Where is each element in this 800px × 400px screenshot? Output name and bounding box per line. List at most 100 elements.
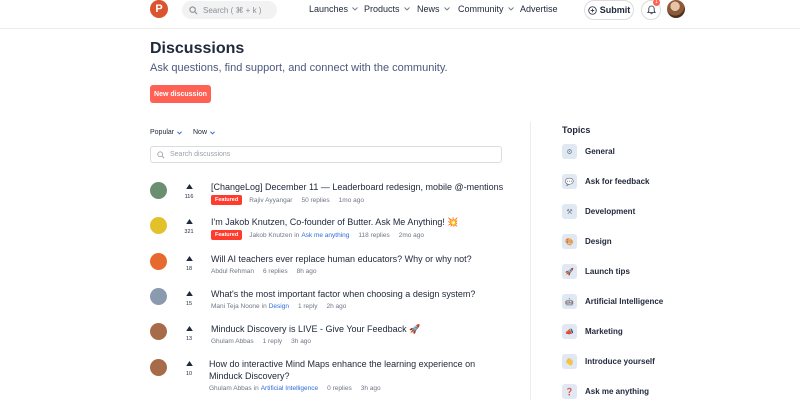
author-name[interactable]: Ghulam Abbas: [211, 338, 254, 345]
nav-advertise[interactable]: Advertise: [520, 4, 558, 14]
chevron-down-icon: [507, 7, 514, 11]
topic-label: Introduce yourself: [585, 357, 655, 366]
author-name[interactable]: Abdul Rehman: [211, 268, 254, 275]
author-name[interactable]: Mani Teja Noone: [211, 303, 260, 310]
topic-link[interactable]: Artificial Intelligence: [261, 385, 318, 392]
nav-products[interactable]: Products: [364, 4, 410, 14]
discussion-row[interactable]: 13 Minduck Discovery is LIVE - Give Your…: [150, 323, 510, 348]
author-name[interactable]: Rajiv Ayyangar: [249, 197, 292, 204]
sidebar-divider: [530, 122, 531, 400]
discussion-search-placeholder: Search discussions: [170, 151, 231, 158]
nav-label: Launches: [309, 4, 349, 14]
page-subtitle: Ask questions, find support, and connect…: [150, 62, 448, 74]
discussion-title[interactable]: What's the most important factor when ch…: [211, 288, 475, 300]
discussion-search-input[interactable]: Search discussions: [150, 146, 502, 163]
megaphone-icon: 📣: [562, 324, 577, 339]
nav-launches[interactable]: Launches: [309, 4, 358, 14]
discussion-row[interactable]: 15 What's the most important factor when…: [150, 288, 510, 313]
topic-marketing[interactable]: 📣 Marketing: [562, 324, 782, 339]
post-time: 8h ago: [296, 268, 317, 275]
reply-count: 6 replies: [263, 268, 288, 275]
post-time: 2h ago: [326, 303, 347, 310]
time-dropdown[interactable]: Now: [193, 129, 215, 136]
upvote-button[interactable]: 10: [182, 361, 196, 377]
topic-development[interactable]: ⚒ Development: [562, 204, 782, 219]
nav-community[interactable]: Community: [458, 4, 514, 14]
search-icon: [189, 5, 198, 14]
upvote-button[interactable]: 116: [182, 184, 196, 200]
topic-artificial-intelligence[interactable]: 🤖 Artificial Intelligence: [562, 294, 782, 309]
topic-introduce-yourself[interactable]: 👋 Introduce yourself: [562, 354, 782, 369]
featured-badge: Featured: [211, 230, 243, 240]
author-avatar[interactable]: [150, 217, 167, 234]
topic-label: General: [585, 147, 615, 156]
upvote-arrow-icon: [185, 326, 193, 331]
submit-label: Submit: [599, 5, 631, 15]
reply-count: 0 replies: [327, 385, 352, 392]
discussion-meta: Mani Teja Noone in Design 1 reply 2h ago: [211, 303, 346, 310]
nav-news[interactable]: News: [417, 4, 450, 14]
author-avatar[interactable]: [150, 253, 167, 270]
topics-heading: Topics: [562, 125, 591, 135]
author-avatar[interactable]: [150, 359, 167, 376]
discussion-row[interactable]: 18 Will AI teachers ever replace human e…: [150, 253, 510, 278]
search-icon: [157, 150, 165, 159]
discussion-row[interactable]: 10 How do interactive Mind Maps enhance …: [150, 358, 510, 396]
vote-count: 18: [185, 266, 193, 272]
bell-icon: [646, 5, 656, 15]
discussion-title[interactable]: Minduck Discovery is LIVE - Give Your Fe…: [211, 323, 420, 335]
rocket-icon: 🚀: [562, 264, 577, 279]
search-placeholder: Search ( ⌘ + k ): [203, 5, 262, 15]
post-time: 3h ago: [360, 385, 381, 392]
topic-label: Marketing: [585, 327, 623, 336]
sort-dropdown[interactable]: Popular: [150, 129, 183, 136]
topic-launch-tips[interactable]: 🚀 Launch tips: [562, 264, 782, 279]
author-avatar[interactable]: [150, 288, 167, 305]
submit-button[interactable]: Submit: [584, 0, 634, 20]
code-icon: ⚒: [562, 204, 577, 219]
topic-ask-me-anything[interactable]: ❓ Ask me anything: [562, 384, 782, 399]
upvote-button[interactable]: 321: [182, 219, 196, 235]
discussion-row[interactable]: 321 I'm Jakob Knutzen, Co-founder of But…: [150, 216, 510, 246]
discussion-title[interactable]: How do interactive Mind Maps enhance the…: [209, 358, 504, 382]
author-avatar[interactable]: [150, 182, 167, 199]
product-hunt-logo[interactable]: P: [150, 0, 168, 18]
upvote-button[interactable]: 18: [182, 256, 196, 272]
wave-icon: 👋: [562, 354, 577, 369]
topic-design[interactable]: 🎨 Design: [562, 234, 782, 249]
author-name[interactable]: Jakob Knutzen: [249, 232, 292, 239]
upvote-button[interactable]: 13: [182, 326, 196, 342]
upvote-arrow-icon: [185, 361, 193, 366]
global-search-input[interactable]: Search ( ⌘ + k ): [182, 1, 277, 19]
discussion-row[interactable]: 116 [ChangeLog] December 11 — Leaderboar…: [150, 181, 510, 211]
post-time: 3h ago: [291, 338, 312, 345]
upvote-arrow-icon: [185, 291, 193, 296]
upvote-arrow-icon: [185, 256, 193, 261]
topic-general[interactable]: ⚙ General: [562, 144, 782, 159]
featured-badge: Featured: [211, 195, 243, 205]
author-avatar[interactable]: [150, 323, 167, 340]
discussion-title[interactable]: [ChangeLog] December 11 — Leaderboard re…: [211, 181, 503, 193]
in-label: in: [294, 231, 300, 239]
new-discussion-button[interactable]: New discussion: [150, 85, 211, 103]
reply-count: 50 replies: [301, 196, 330, 204]
topic-link[interactable]: Design: [269, 303, 289, 310]
discussion-title[interactable]: Will AI teachers ever replace human educ…: [211, 253, 472, 265]
topic-link[interactable]: Ask me anything: [301, 232, 349, 239]
topic-ask-for-feedback[interactable]: 💬 Ask for feedback: [562, 174, 782, 189]
user-avatar[interactable]: [667, 0, 685, 18]
page-title: Discussions: [150, 40, 245, 57]
post-time: 1mo ago: [338, 196, 364, 204]
author-name[interactable]: Ghulam Abbas: [209, 385, 252, 392]
discussion-title[interactable]: I'm Jakob Knutzen, Co-founder of Butter.…: [211, 216, 459, 228]
nav-label: Community: [458, 4, 504, 14]
topic-label: Ask me anything: [585, 387, 650, 396]
in-label: in: [253, 385, 259, 392]
discussion-meta: Ghulam Abbas 1 reply 3h ago: [211, 338, 311, 345]
upvote-button[interactable]: 15: [182, 291, 196, 307]
nav-label: Advertise: [520, 4, 558, 14]
robot-icon: 🤖: [562, 294, 577, 309]
upvote-arrow-icon: [185, 219, 193, 224]
time-label: Now: [193, 129, 208, 136]
chevron-down-icon: [210, 130, 215, 134]
